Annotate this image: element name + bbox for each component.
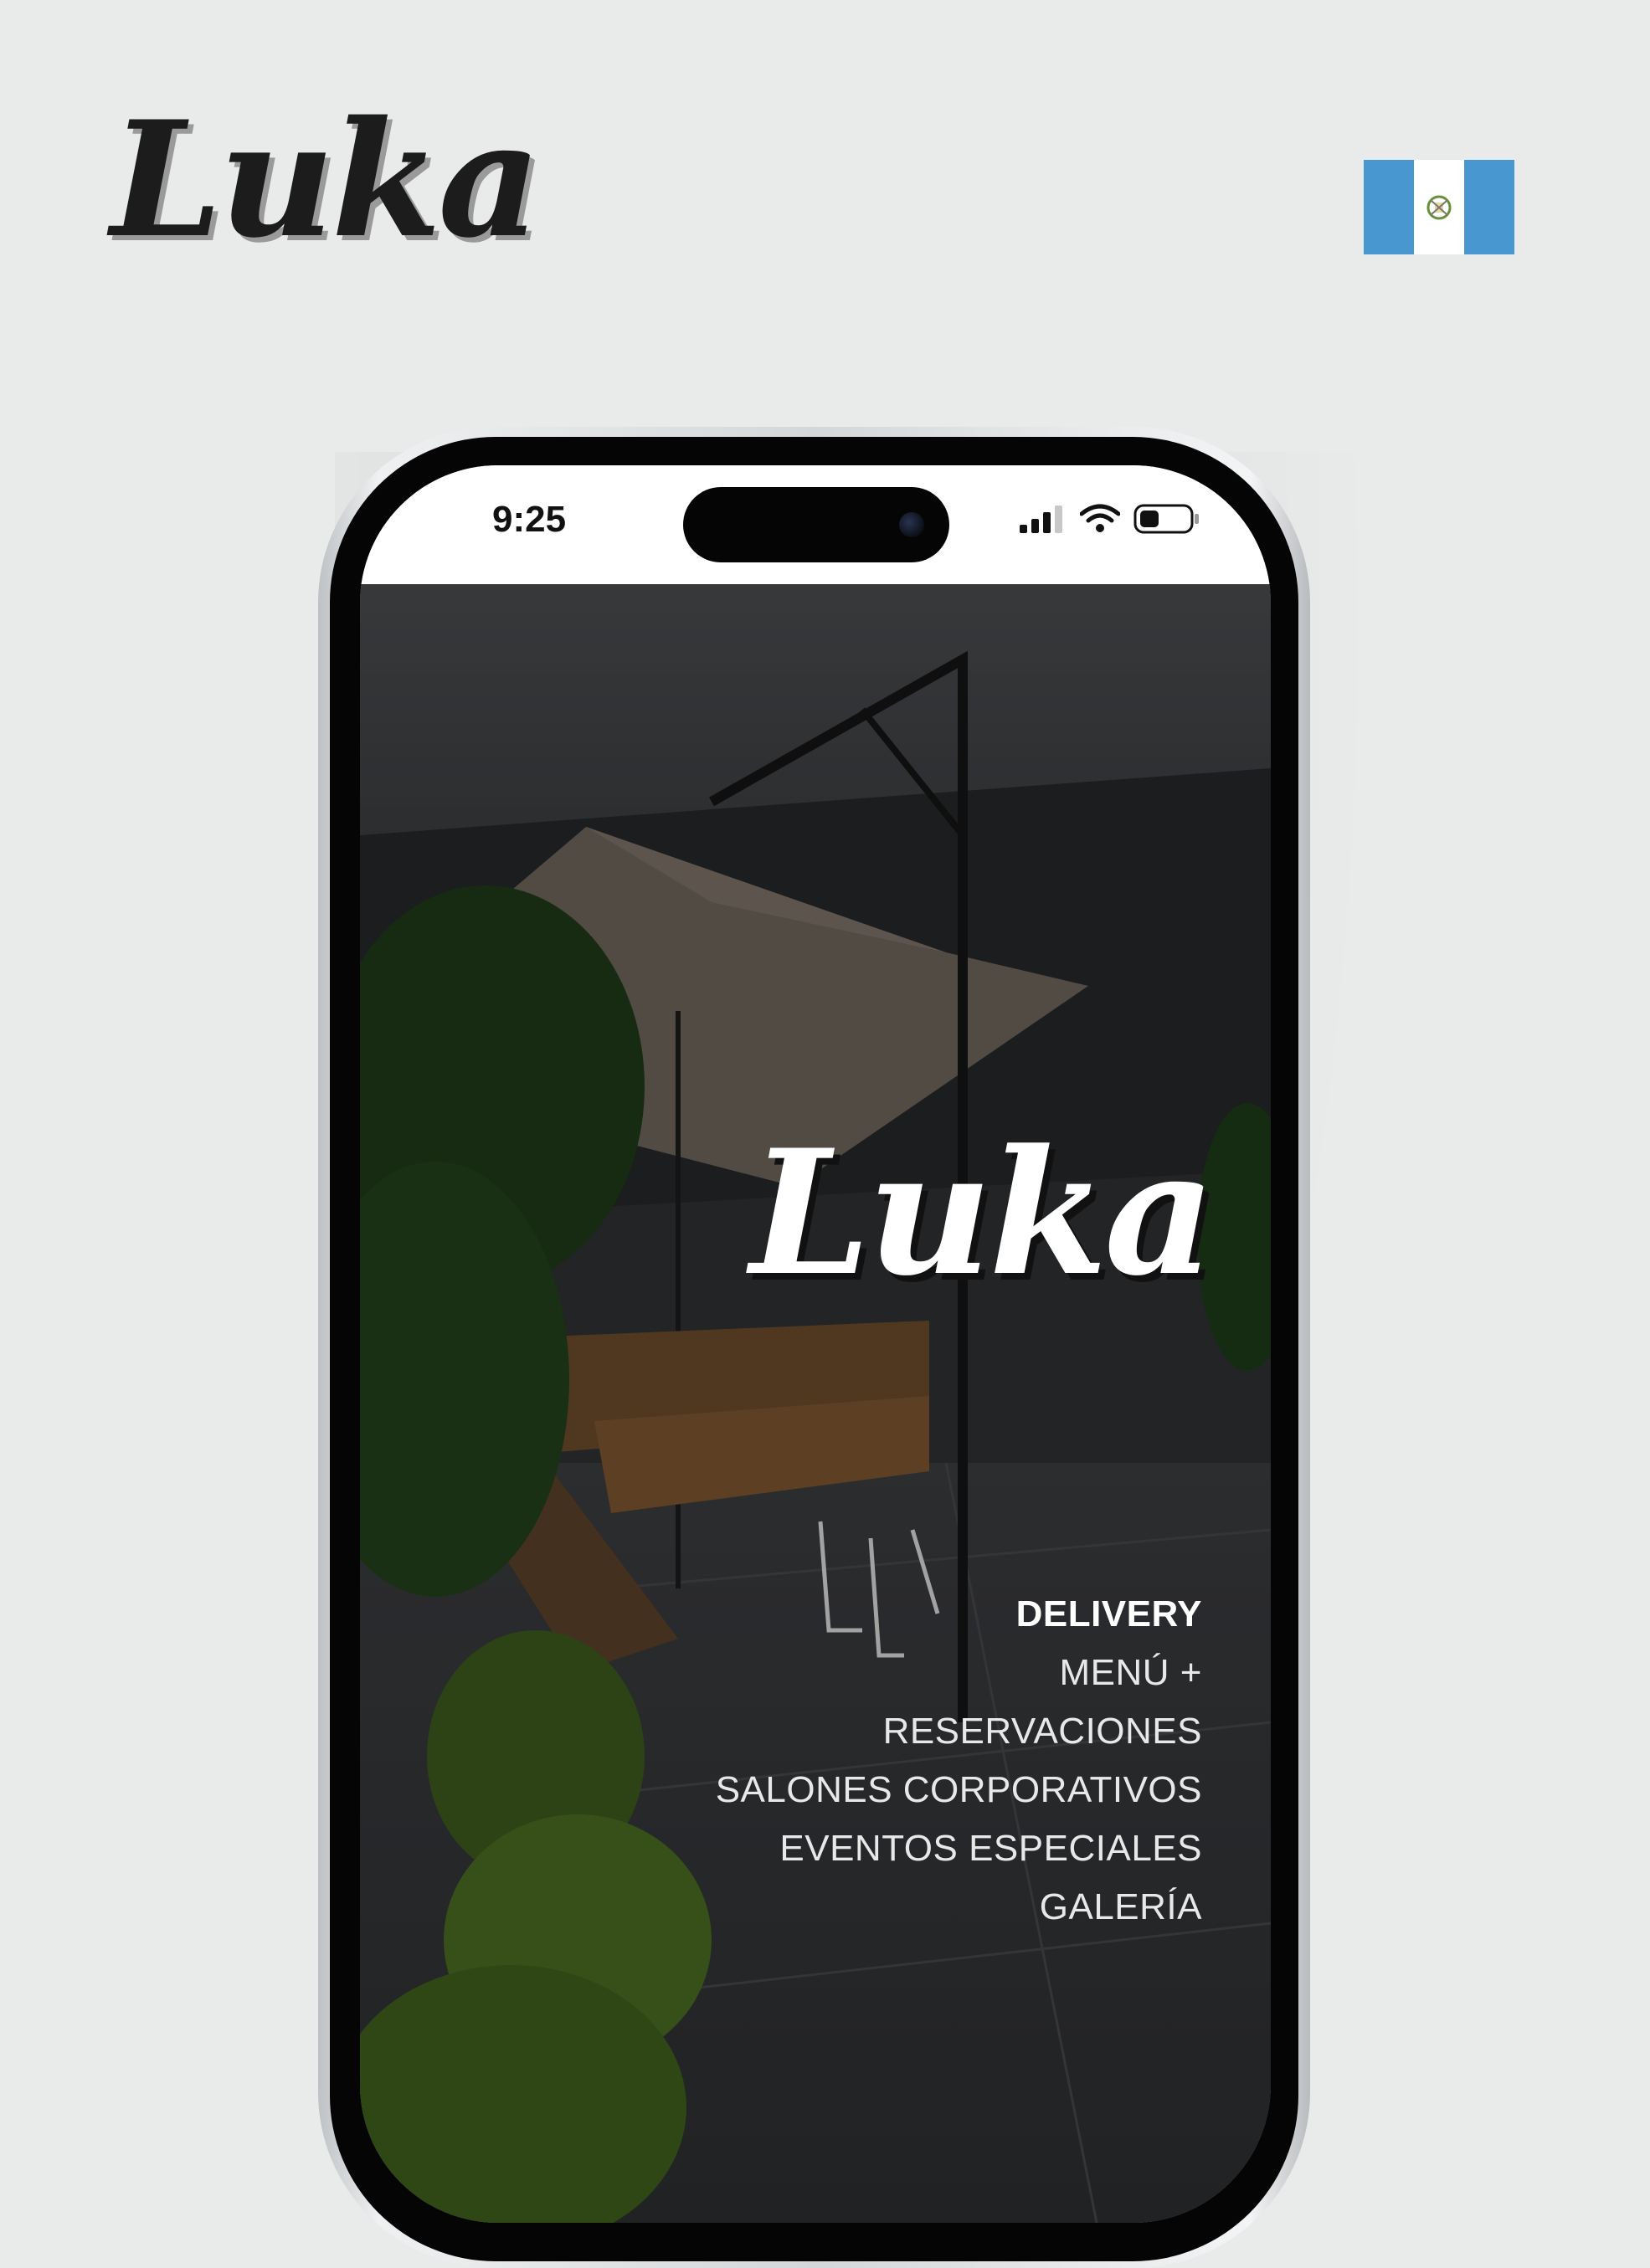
nav-item-galeria[interactable]: GALERÍA [716, 1878, 1202, 1937]
status-bar: 9:25 [360, 465, 1271, 584]
front-camera-icon [899, 512, 924, 537]
coat-of-arms-icon [1426, 195, 1452, 219]
battery-icon [1133, 504, 1199, 534]
guatemala-flag-icon[interactable] [1364, 160, 1514, 254]
status-time: 9:25 [492, 499, 567, 540]
nav-item-eventos-especiales[interactable]: EVENTOS ESPECIALES [716, 1819, 1202, 1878]
nav-item-reservaciones[interactable]: RESERVACIONES [716, 1702, 1202, 1761]
phone-screen: 9:25 Luka DELIVERY MENÚ + RESERVACIONES … [360, 465, 1271, 2223]
restaurant-terrace-photo [360, 584, 1271, 2223]
main-nav: DELIVERY MENÚ + RESERVACIONES SALONES CO… [716, 1585, 1202, 1937]
cellular-signal-icon [1020, 505, 1062, 533]
nav-item-delivery[interactable]: DELIVERY [716, 1585, 1202, 1644]
nav-item-menu[interactable]: MENÚ + [716, 1644, 1202, 1702]
nav-item-salones-corporativos[interactable]: SALONES CORPORATIVOS [716, 1761, 1202, 1819]
dynamic-island [683, 487, 949, 562]
hero-background: Luka DELIVERY MENÚ + RESERVACIONES SALON… [360, 584, 1271, 2223]
wifi-icon [1080, 504, 1120, 532]
brand-logo: Luka [111, 86, 541, 273]
status-icons [1020, 502, 1200, 536]
app-logo[interactable]: Luka [750, 1128, 1216, 1300]
